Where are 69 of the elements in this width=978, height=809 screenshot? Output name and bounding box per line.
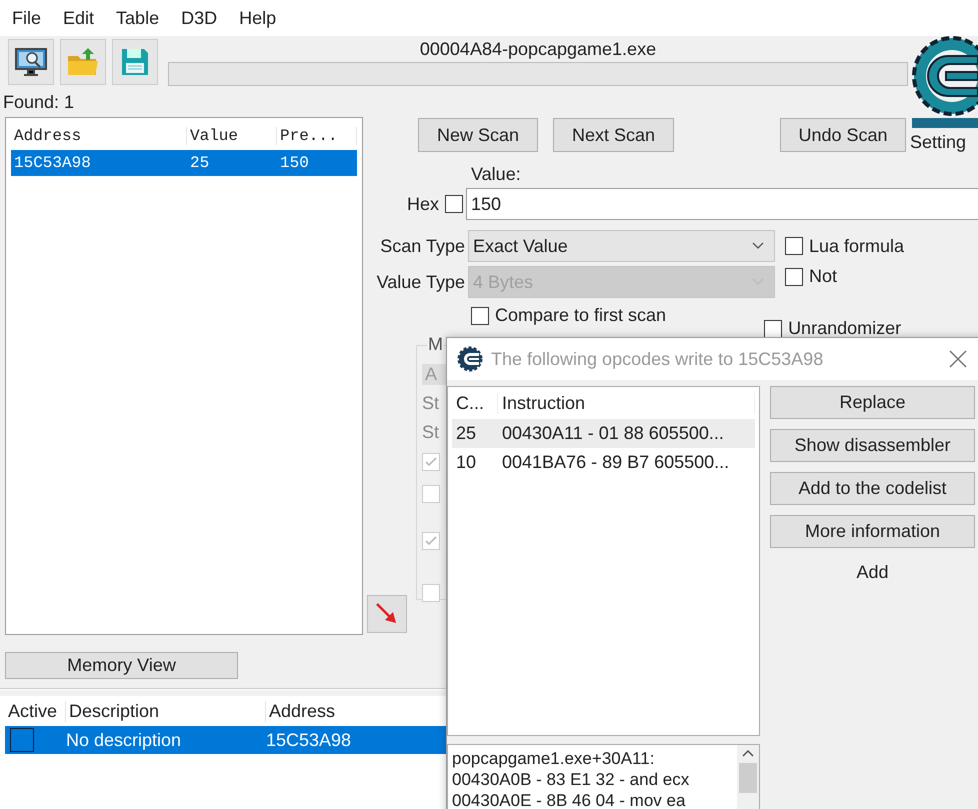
- new-scan-button[interactable]: New Scan: [418, 118, 538, 152]
- add-address-button[interactable]: [367, 595, 407, 633]
- option-label: St: [422, 393, 440, 414]
- hex-label: Hex: [406, 194, 440, 214]
- menu-item[interactable]: Table: [116, 8, 160, 28]
- column-header[interactable]: Instruction: [498, 392, 755, 414]
- menu-item[interactable]: File: [12, 8, 42, 28]
- column-header[interactable]: Pre...: [277, 127, 357, 145]
- checkbox[interactable]: [764, 320, 782, 338]
- option-label: St: [422, 422, 440, 443]
- table-cell-text: 15C53A98: [266, 730, 352, 750]
- code-line: popcapgame1.exe+30A11:: [452, 748, 656, 769]
- scan-type-label: Scan Type: [379, 236, 466, 256]
- scan-type-dropdown[interactable]: Exact Value: [468, 230, 775, 262]
- folder-icon: [66, 46, 100, 78]
- option-label: Not: [809, 266, 838, 287]
- checkbox[interactable]: [785, 237, 803, 255]
- add-label: Add: [856, 562, 889, 583]
- table-cell-text: 150: [279, 154, 310, 172]
- process-title: 00004A84-popcapgame1.exe: [420, 38, 656, 60]
- value-type-label: Value Type: [376, 272, 466, 292]
- dialog-button[interactable]: Add to the codelist: [770, 472, 975, 505]
- result-row[interactable]: 15C53A98 25 150: [11, 150, 357, 176]
- column-header[interactable]: Active: [5, 700, 66, 722]
- gear-logo-icon: [457, 346, 483, 372]
- menu-item[interactable]: Edit: [63, 8, 94, 28]
- value-input[interactable]: 150: [466, 188, 978, 220]
- menu-item[interactable]: D3D: [181, 8, 218, 28]
- opcode-row[interactable]: 10 0041BA76 - 89 B7 605500...: [452, 448, 755, 477]
- dialog-button[interactable]: Replace: [770, 386, 975, 419]
- value-label: Value:: [471, 164, 521, 184]
- dialog-button[interactable]: Show disassembler: [770, 429, 975, 462]
- checkbox[interactable]: [471, 306, 489, 324]
- undo-scan-button[interactable]: Undo Scan: [780, 118, 906, 152]
- found-count: Found: 1: [3, 92, 74, 113]
- table-cell-text: 25: [455, 423, 478, 444]
- dialog-button[interactable]: More information: [770, 515, 975, 548]
- code-line: 00430A0E - 8B 46 04 - mov ea: [452, 790, 686, 809]
- menu-item[interactable]: Help: [239, 8, 276, 28]
- opcode-row[interactable]: 25 00430A11 - 01 88 605500...: [452, 419, 755, 448]
- settings-label[interactable]: Setting: [910, 132, 966, 153]
- column-header[interactable]: Description: [66, 700, 266, 722]
- table-cell-text: 0041BA76 - 89 B7 605500...: [501, 452, 730, 473]
- checkbox[interactable]: [445, 195, 463, 213]
- scroll-thumb[interactable]: [739, 763, 757, 793]
- process-button[interactable]: [8, 39, 54, 85]
- scroll-up-icon[interactable]: [742, 749, 754, 757]
- table-cell-text: 25: [189, 154, 210, 172]
- column-header[interactable]: Address: [11, 127, 187, 145]
- option-label: Lua formula: [809, 236, 904, 256]
- unrandomizer-label: Unrandomizer: [788, 318, 902, 339]
- dialog-title: The following opcodes write to 15C53A98: [491, 348, 824, 370]
- next-scan-button[interactable]: Next Scan: [553, 118, 674, 152]
- close-icon[interactable]: [949, 350, 967, 368]
- checkbox[interactable]: [785, 268, 803, 286]
- open-button[interactable]: [60, 39, 106, 85]
- column-header[interactable]: Value: [187, 127, 277, 145]
- column-header[interactable]: C...: [452, 392, 498, 414]
- active-checkbox[interactable]: [10, 728, 34, 752]
- monitor-icon: [14, 46, 48, 78]
- chevron-down-icon: [752, 242, 764, 250]
- table-cell-text: 00430A11 - 01 88 605500...: [501, 423, 725, 444]
- save-button[interactable]: [112, 39, 158, 85]
- table-cell-text: No description: [66, 730, 182, 750]
- compare-label: Compare to first scan: [495, 305, 666, 326]
- table-cell-text: 10: [455, 452, 478, 473]
- table-cell-text: 15C53A98: [13, 154, 92, 172]
- memory-view-button[interactable]: Memory View: [5, 652, 238, 679]
- code-line: 00430A0B - 83 E1 32 - and ecx: [452, 769, 690, 790]
